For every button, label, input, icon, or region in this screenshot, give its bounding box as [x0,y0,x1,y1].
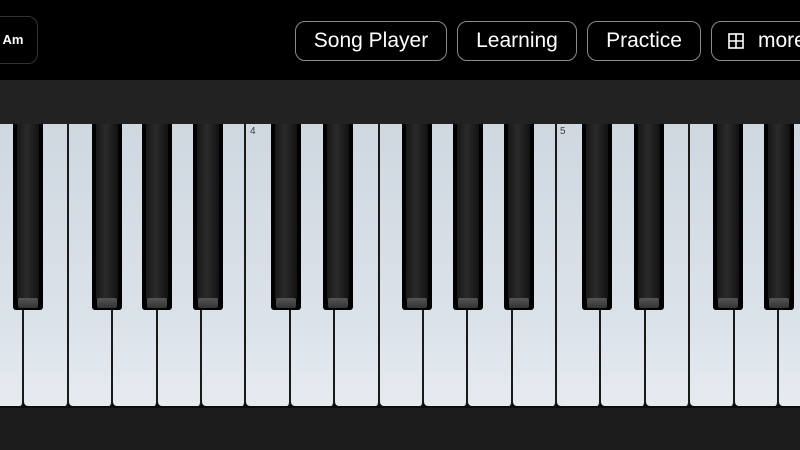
learning-button[interactable]: Learning [457,21,577,61]
practice-button[interactable]: Practice [587,21,701,61]
black-key[interactable] [634,124,664,310]
black-key[interactable] [142,124,172,310]
toolbar-strip [0,80,800,124]
grid-icon [728,33,744,49]
black-key[interactable] [453,124,483,310]
key-signature-button[interactable]: Am [0,16,38,64]
song-player-label: Song Player [313,29,429,52]
more-label: more [758,29,800,52]
black-key[interactable] [582,124,612,310]
piano-keyboard[interactable]: 45 [0,124,800,408]
black-key[interactable] [271,124,301,310]
top-bar: Am Song Player Learning Practice more [0,0,800,80]
black-key[interactable] [713,124,743,310]
song-player-button[interactable]: Song Player [295,21,447,61]
black-key[interactable] [504,124,534,310]
key-signature-label: Am [2,32,24,47]
black-key[interactable] [402,124,432,310]
black-key[interactable] [13,124,43,310]
black-key[interactable] [193,124,223,310]
octave-label-5: 5 [560,126,566,137]
learning-label: Learning [476,29,558,52]
octave-label-4: 4 [250,126,256,137]
bottom-area [0,408,800,450]
black-key[interactable] [764,124,794,310]
black-key[interactable] [92,124,122,310]
black-key[interactable] [323,124,353,310]
practice-label: Practice [606,29,682,52]
more-button[interactable]: more [711,21,800,61]
